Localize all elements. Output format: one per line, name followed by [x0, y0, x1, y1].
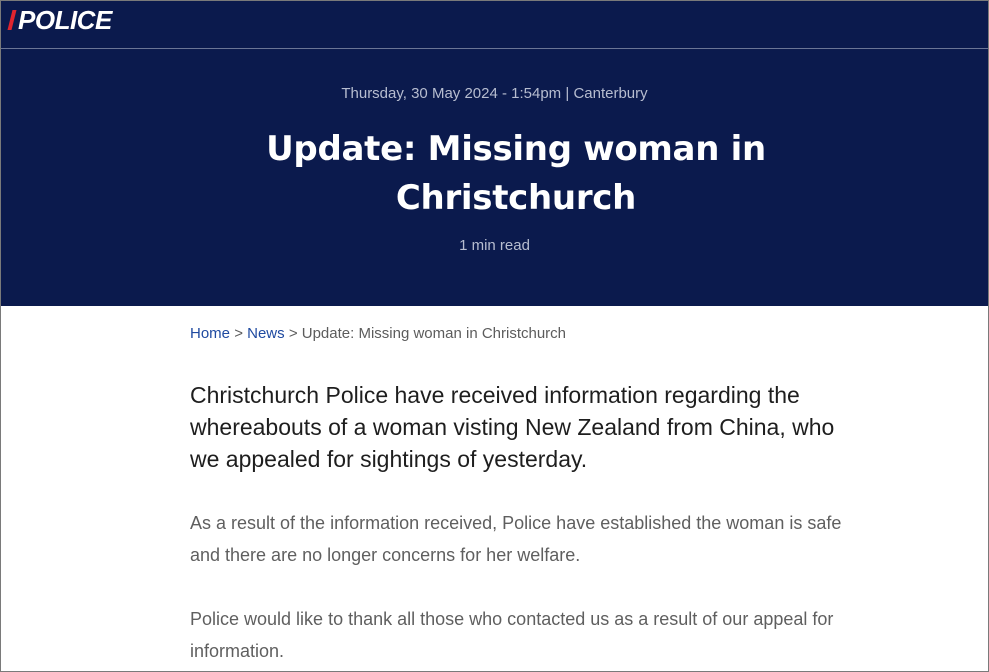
logo-accent-icon	[7, 10, 17, 30]
article-paragraph: As a result of the information received,…	[190, 513, 842, 565]
breadcrumb-home-link[interactable]: Home	[190, 325, 230, 342]
breadcrumb-separator: >	[288, 325, 302, 342]
police-logo[interactable]: POLICE	[7, 5, 112, 35]
top-navigation-bar: POLICE	[1, 1, 988, 49]
article-paragraph: Police would like to thank all those who…	[190, 609, 834, 661]
region-label: Canterbury	[573, 85, 648, 102]
publish-date: Thursday, 30 May 2024 - 1:54pm	[341, 85, 562, 102]
read-time: 1 min read	[459, 237, 530, 254]
article-lead: Christchurch Police have received inform…	[190, 382, 835, 472]
breadcrumb-separator: >	[234, 325, 248, 342]
logo-text: POLICE	[18, 5, 112, 35]
page-title: Update: Missing woman in Christchurch	[266, 129, 766, 218]
breadcrumb-news-link[interactable]: News	[247, 325, 285, 342]
article-meta: Thursday, 30 May 2024 - 1:54pm | Canterb…	[1, 85, 988, 102]
article-header: POLICE Thursday, 30 May 2024 - 1:54pm | …	[1, 1, 988, 306]
breadcrumb-current: Update: Missing woman in Christchurch	[301, 325, 567, 342]
breadcrumb: Home > News > Update: Missing woman in C…	[190, 325, 566, 342]
